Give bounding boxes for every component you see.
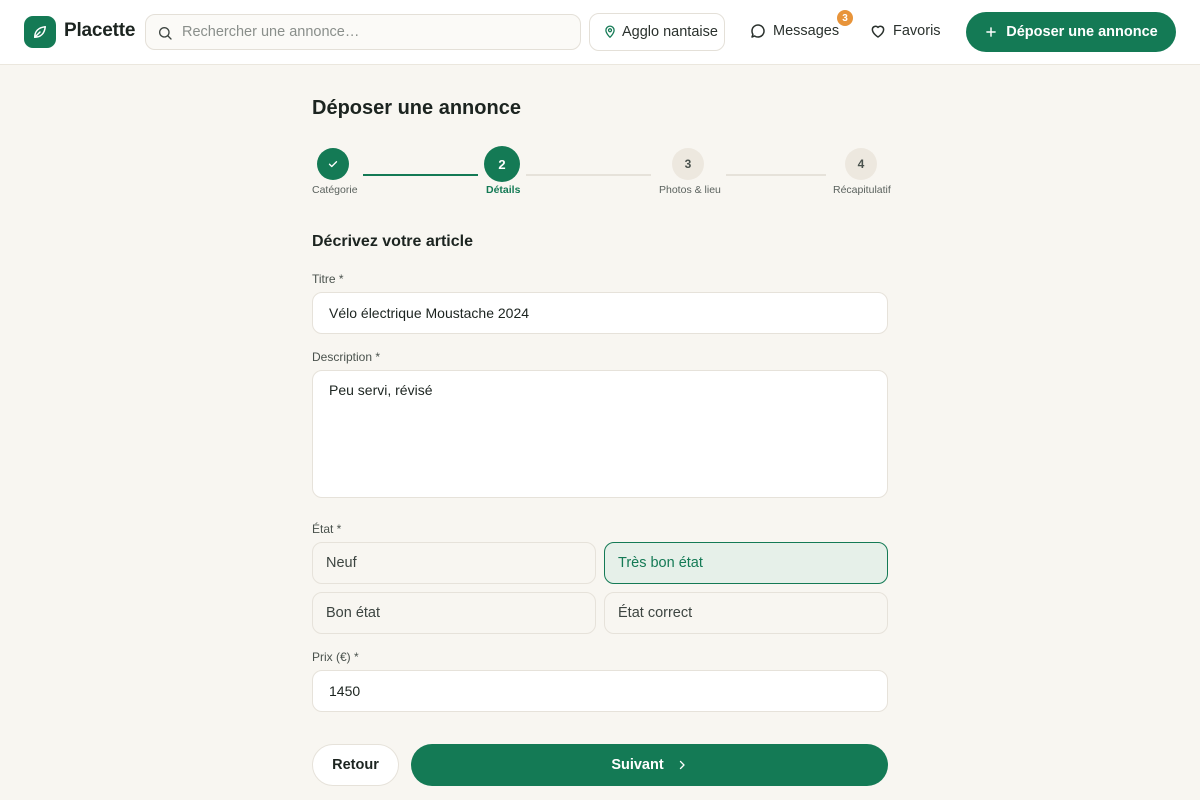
step-connector-2 xyxy=(526,174,651,176)
description-textarea[interactable]: Peu servi, révisé xyxy=(312,370,888,498)
page-title: Déposer une annonce xyxy=(312,97,521,119)
condition-option-fair[interactable]: État correct xyxy=(604,592,888,634)
favorites-link[interactable]: Favoris xyxy=(869,22,941,40)
step-label-photos: Photos & lieu xyxy=(659,184,721,196)
price-field-label: Prix (€) * xyxy=(312,650,359,664)
step-1-complete[interactable] xyxy=(317,148,349,180)
search-bar xyxy=(145,14,581,50)
top-header: Placette Agglo nantaise Messages 3 xyxy=(0,0,1200,65)
condition-option-very-good[interactable]: Très bon état xyxy=(604,542,888,584)
price-input[interactable] xyxy=(312,670,888,712)
back-button[interactable]: Retour xyxy=(312,744,399,786)
messages-count-badge: 3 xyxy=(837,10,853,26)
messages-label: Messages xyxy=(773,23,840,39)
step-connector-3 xyxy=(726,174,826,176)
favorites-label: Favoris xyxy=(893,23,941,39)
condition-field-label: État * xyxy=(312,522,342,536)
description-field-label: Description * xyxy=(312,350,381,364)
chevron-right-icon xyxy=(676,759,688,771)
step-2-current: 2 xyxy=(484,146,520,182)
post-ad-button[interactable]: Déposer une annonce xyxy=(966,12,1176,52)
search-input[interactable] xyxy=(182,15,572,49)
leaf-logo-icon[interactable] xyxy=(24,16,56,48)
title-input[interactable] xyxy=(312,292,888,334)
map-pin-icon xyxy=(603,25,617,39)
heart-icon xyxy=(869,22,887,40)
next-button[interactable]: Suivant xyxy=(411,744,888,786)
condition-option-good[interactable]: Bon état xyxy=(312,592,596,634)
step-connector-1 xyxy=(363,174,478,176)
step-3-pending: 3 xyxy=(672,148,704,180)
post-ad-label: Déposer une annonce xyxy=(1006,24,1158,40)
location-selector[interactable]: Agglo nantaise xyxy=(589,13,725,51)
step-label-summary: Récapitulatif xyxy=(833,184,891,196)
chat-bubble-icon xyxy=(749,22,767,40)
title-field-label: Titre * xyxy=(312,272,344,286)
step-label-category: Catégorie xyxy=(312,184,358,196)
messages-link[interactable]: Messages xyxy=(749,22,839,40)
next-label: Suivant xyxy=(611,757,664,773)
location-label: Agglo nantaise xyxy=(622,24,718,40)
plus-icon xyxy=(984,25,998,39)
section-title: Décrivez votre article xyxy=(312,233,473,250)
check-icon xyxy=(327,158,339,170)
condition-option-new[interactable]: Neuf xyxy=(312,542,596,584)
step-4-pending: 4 xyxy=(845,148,877,180)
search-icon xyxy=(157,25,173,46)
brand-name[interactable]: Placette xyxy=(64,20,135,42)
step-label-details: Détails xyxy=(486,184,521,196)
